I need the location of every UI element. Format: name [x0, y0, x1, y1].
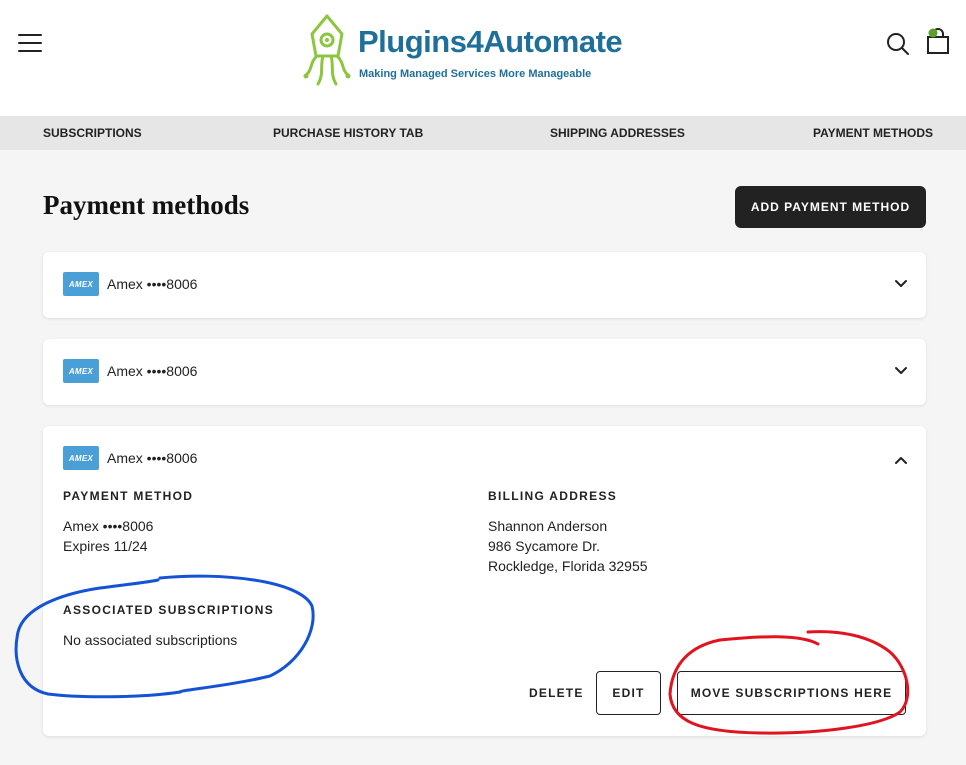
card-label: Amex ••••8006: [107, 450, 198, 466]
delete-button[interactable]: DELETE: [529, 686, 584, 700]
amex-card-icon: AMEX: [63, 272, 99, 296]
account-nav: SUBSCRIPTIONS PURCHASE HISTORY TAB SHIPP…: [0, 116, 966, 150]
card-label: Amex ••••8006: [107, 276, 198, 292]
hamburger-icon[interactable]: [18, 34, 42, 54]
page-title: Payment methods: [43, 190, 250, 220]
amex-card-icon: AMEX: [63, 359, 99, 383]
billing-street: 986 Sycamore Dr.: [488, 538, 601, 554]
payment-method-card[interactable]: AMEX Amex ••••8006: [43, 339, 926, 405]
billing-address-heading: BILLING ADDRESS: [488, 489, 618, 503]
search-icon[interactable]: [886, 32, 910, 56]
shopping-bag-icon[interactable]: [926, 28, 952, 56]
payment-method-card[interactable]: AMEX Amex ••••8006: [43, 252, 926, 318]
octopus-logo-icon: [303, 14, 351, 86]
nav-payment-methods[interactable]: PAYMENT METHODS: [813, 126, 933, 140]
payment-method-card-expanded: AMEX Amex ••••8006 PAYMENT METHOD Amex •…: [43, 426, 926, 736]
payment-method-heading: PAYMENT METHOD: [63, 489, 194, 503]
add-payment-method-button[interactable]: ADD PAYMENT METHOD: [735, 186, 926, 228]
chevron-down-icon[interactable]: [894, 364, 908, 378]
associated-subscriptions-text: No associated subscriptions: [63, 632, 238, 648]
move-subscriptions-button[interactable]: MOVE SUBSCRIPTIONS HERE: [677, 671, 906, 715]
edit-button[interactable]: EDIT: [596, 671, 661, 715]
brand-tagline: Making Managed Services More Manageable: [359, 68, 592, 80]
payment-method-number: Amex ••••8006: [63, 518, 154, 534]
site-logo[interactable]: Plugins4Automate Making Managed Services…: [302, 12, 662, 92]
billing-name: Shannon Anderson: [488, 518, 608, 534]
card-label: Amex ••••8006: [107, 363, 198, 379]
payment-method-expiry: Expires 11/24: [63, 538, 148, 554]
nav-subscriptions[interactable]: SUBSCRIPTIONS: [43, 126, 142, 140]
amex-card-icon: AMEX: [63, 446, 99, 470]
associated-subscriptions-heading: ASSOCIATED SUBSCRIPTIONS: [63, 603, 274, 617]
chevron-down-icon[interactable]: [894, 277, 908, 291]
brand-name: Plugins4Automate: [358, 24, 623, 59]
site-header: Plugins4Automate Making Managed Services…: [0, 0, 966, 116]
nav-shipping-addresses[interactable]: SHIPPING ADDRESSES: [550, 126, 685, 140]
nav-purchase-history[interactable]: PURCHASE HISTORY TAB: [273, 126, 423, 140]
billing-city: Rockledge, Florida 32955: [488, 558, 648, 574]
chevron-up-icon[interactable]: [894, 453, 908, 467]
